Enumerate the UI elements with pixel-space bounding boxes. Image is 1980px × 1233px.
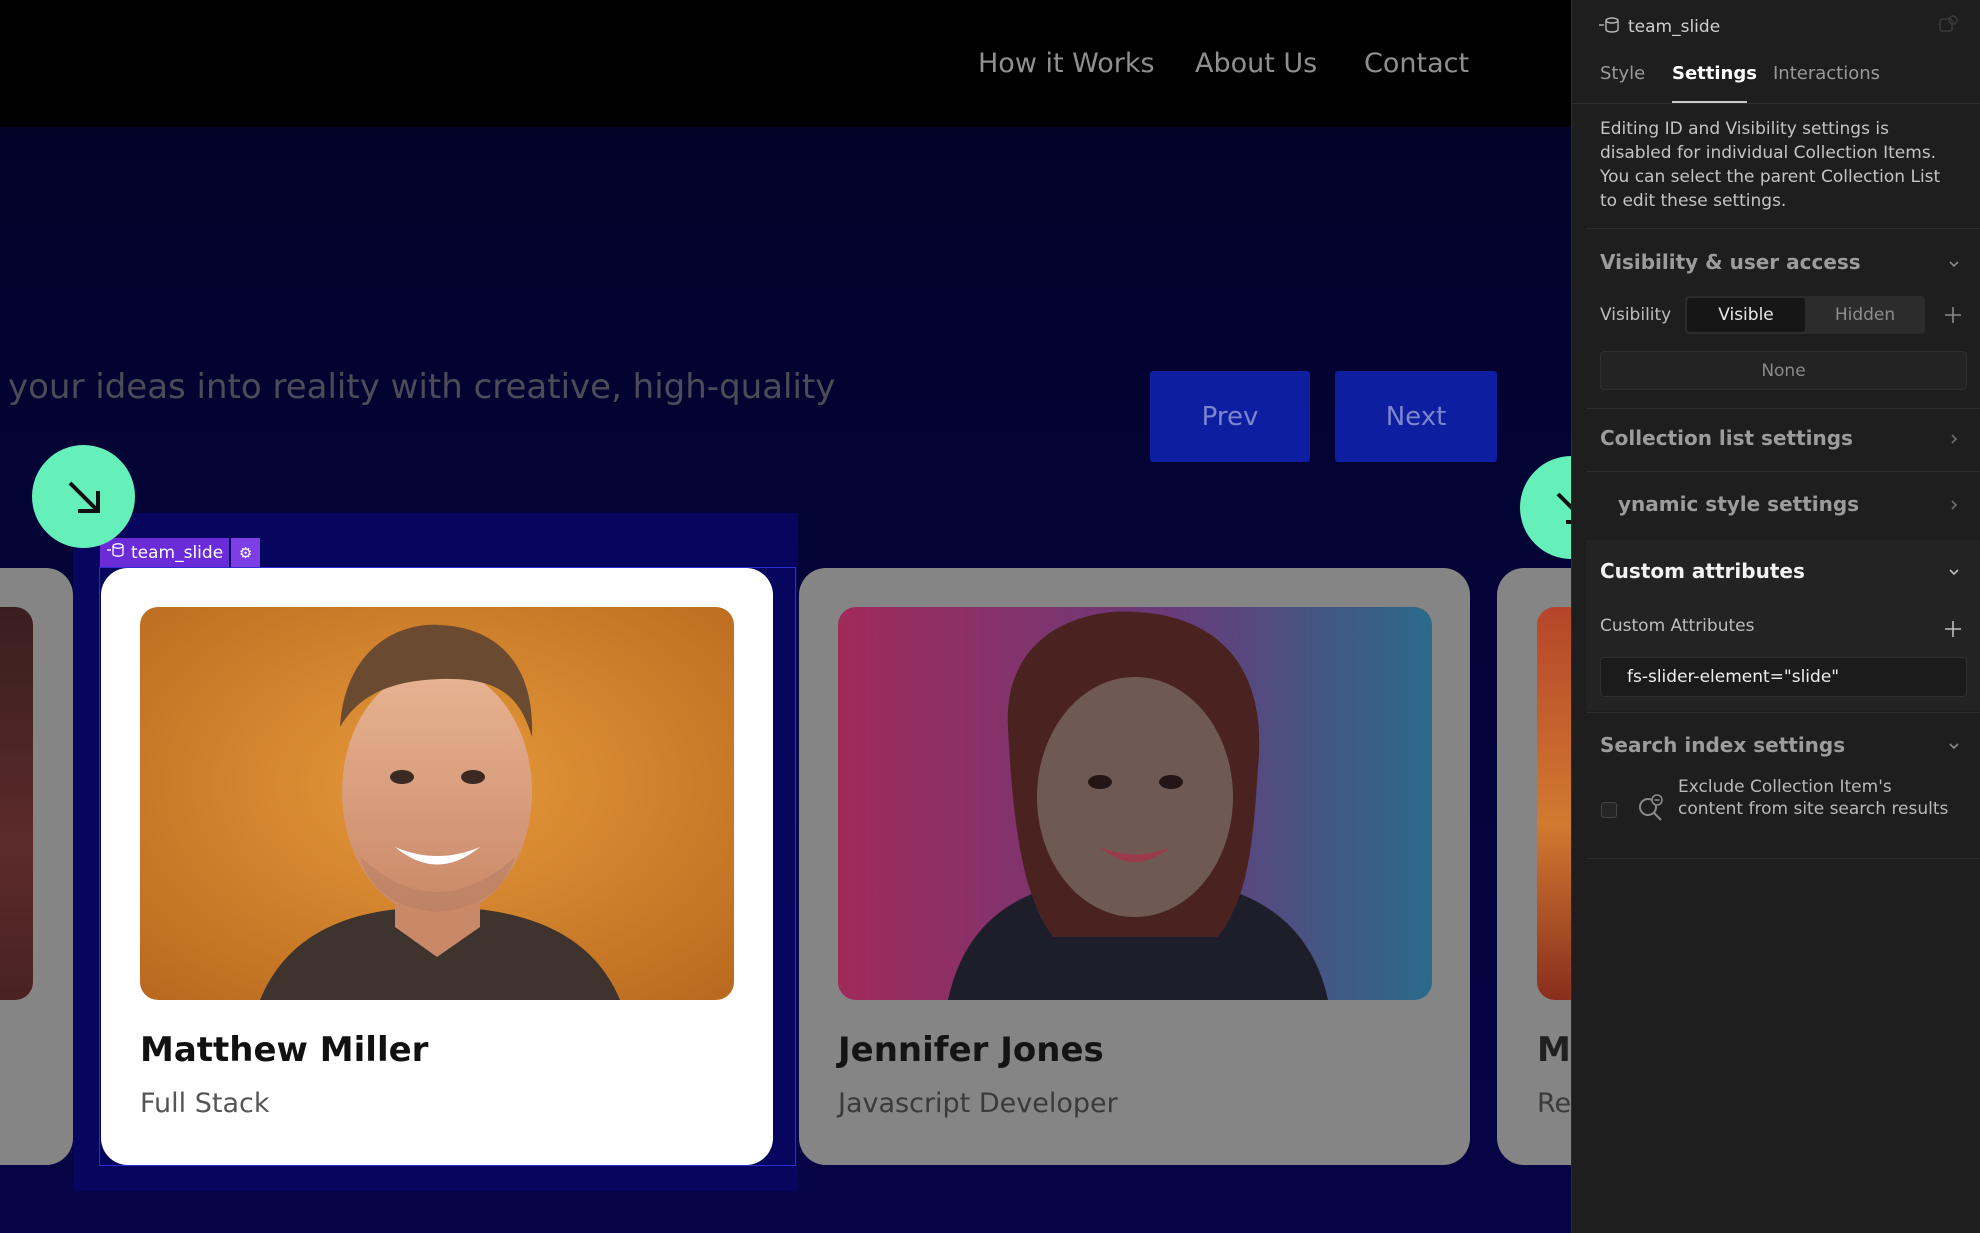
- card-photo: [0, 607, 33, 1000]
- element-tag-name: team_slide: [131, 542, 224, 563]
- slider-next-button[interactable]: Next: [1335, 371, 1497, 462]
- card-name: Mc: [1537, 1030, 1571, 1070]
- section-divider: [1586, 471, 1980, 472]
- collection-item-icon: [106, 542, 126, 563]
- custom-attributes-label: Custom Attributes: [1600, 616, 1755, 636]
- user-access-select[interactable]: None: [1600, 351, 1967, 390]
- component-icon[interactable]: [1937, 14, 1959, 36]
- panel-element-name: team_slide: [1628, 17, 1721, 37]
- card-role: Javascript Developer: [838, 1088, 1118, 1119]
- tab-interactions[interactable]: Interactions: [1773, 63, 1880, 84]
- custom-attribute-row[interactable]: fs-slider-element="slide": [1600, 657, 1967, 697]
- nav-link-about-us[interactable]: About Us: [1195, 48, 1317, 79]
- chevron-right-icon[interactable]: [1945, 496, 1963, 514]
- arrow-down-right-icon: [1520, 456, 1571, 559]
- visibility-label: Visibility: [1600, 305, 1672, 325]
- chevron-down-icon[interactable]: [1945, 255, 1963, 273]
- section-title-search-index[interactable]: Search index settings: [1600, 733, 1845, 757]
- team-card-partial-right[interactable]: Mc Re: [1497, 568, 1571, 1165]
- team-card-partial-left[interactable]: [0, 568, 73, 1165]
- card-photo-jennifer: [838, 607, 1432, 1000]
- chevron-right-icon[interactable]: [1945, 430, 1963, 448]
- exclude-search-label: Exclude Collection Item's content from s…: [1678, 777, 1949, 819]
- section-divider: [1586, 858, 1980, 859]
- visibility-visible-option[interactable]: Visible: [1687, 298, 1805, 332]
- panel-header: team_slide: [1598, 14, 1720, 40]
- section-divider: [1586, 408, 1980, 409]
- gear-icon[interactable]: ⚙: [231, 538, 261, 567]
- card-photo-matthew: [140, 607, 734, 1000]
- section-divider: [1586, 228, 1980, 229]
- visibility-hidden-option[interactable]: Hidden: [1807, 298, 1923, 332]
- tab-settings[interactable]: Settings: [1672, 63, 1757, 84]
- arrow-down-right-icon: [32, 445, 135, 548]
- section-divider: [1586, 712, 1980, 713]
- selected-element-tag[interactable]: team_slide ⚙: [100, 538, 261, 567]
- panel-notice: Editing ID and Visibility settings is di…: [1600, 119, 1941, 211]
- settings-panel: team_slide Style Settings Interactions E…: [1571, 0, 1980, 1233]
- visibility-toggle: Visible Hidden: [1685, 296, 1925, 334]
- plus-icon[interactable]: [1943, 305, 1963, 325]
- site-navbar: How it Works About Us Contact: [0, 0, 1571, 127]
- collection-item-icon: [1598, 16, 1622, 39]
- chevron-down-icon[interactable]: [1945, 737, 1963, 755]
- chevron-down-icon[interactable]: [1945, 563, 1963, 581]
- team-card-matthew-miller[interactable]: Matthew Miller Full Stack: [101, 568, 773, 1165]
- section-title-dynamic-style[interactable]: ynamic style settings: [1618, 492, 1859, 516]
- search-exclude-icon: [1639, 794, 1663, 821]
- card-name: Jennifer Jones: [838, 1030, 1104, 1070]
- nav-link-how-it-works[interactable]: How it Works: [978, 48, 1155, 79]
- card-role: Re: [1537, 1088, 1571, 1119]
- designer-canvas[interactable]: How it Works About Us Contact your ideas…: [0, 0, 1571, 1233]
- nav-link-contact[interactable]: Contact: [1364, 48, 1469, 79]
- slider-prev-button[interactable]: Prev: [1150, 371, 1310, 462]
- element-tag-label[interactable]: team_slide: [100, 538, 230, 567]
- card-photo: [1537, 607, 1571, 1000]
- section-title-visibility[interactable]: Visibility & user access: [1600, 250, 1861, 274]
- section-title-custom-attributes[interactable]: Custom attributes: [1600, 559, 1805, 583]
- section-title-collection-list[interactable]: Collection list settings: [1600, 426, 1853, 450]
- card-name: Matthew Miller: [140, 1030, 429, 1070]
- panel-tabs: Style Settings Interactions: [1572, 58, 1980, 104]
- hero-subtitle: your ideas into reality with creative, h…: [8, 367, 836, 407]
- add-attribute-plus-icon[interactable]: [1943, 619, 1963, 639]
- exclude-search-checkbox[interactable]: [1601, 802, 1617, 818]
- active-tab-indicator: [1672, 101, 1747, 103]
- card-role: Full Stack: [140, 1088, 270, 1119]
- team-card-jennifer-jones[interactable]: Jennifer Jones Javascript Developer: [799, 568, 1470, 1165]
- tab-style[interactable]: Style: [1600, 63, 1645, 84]
